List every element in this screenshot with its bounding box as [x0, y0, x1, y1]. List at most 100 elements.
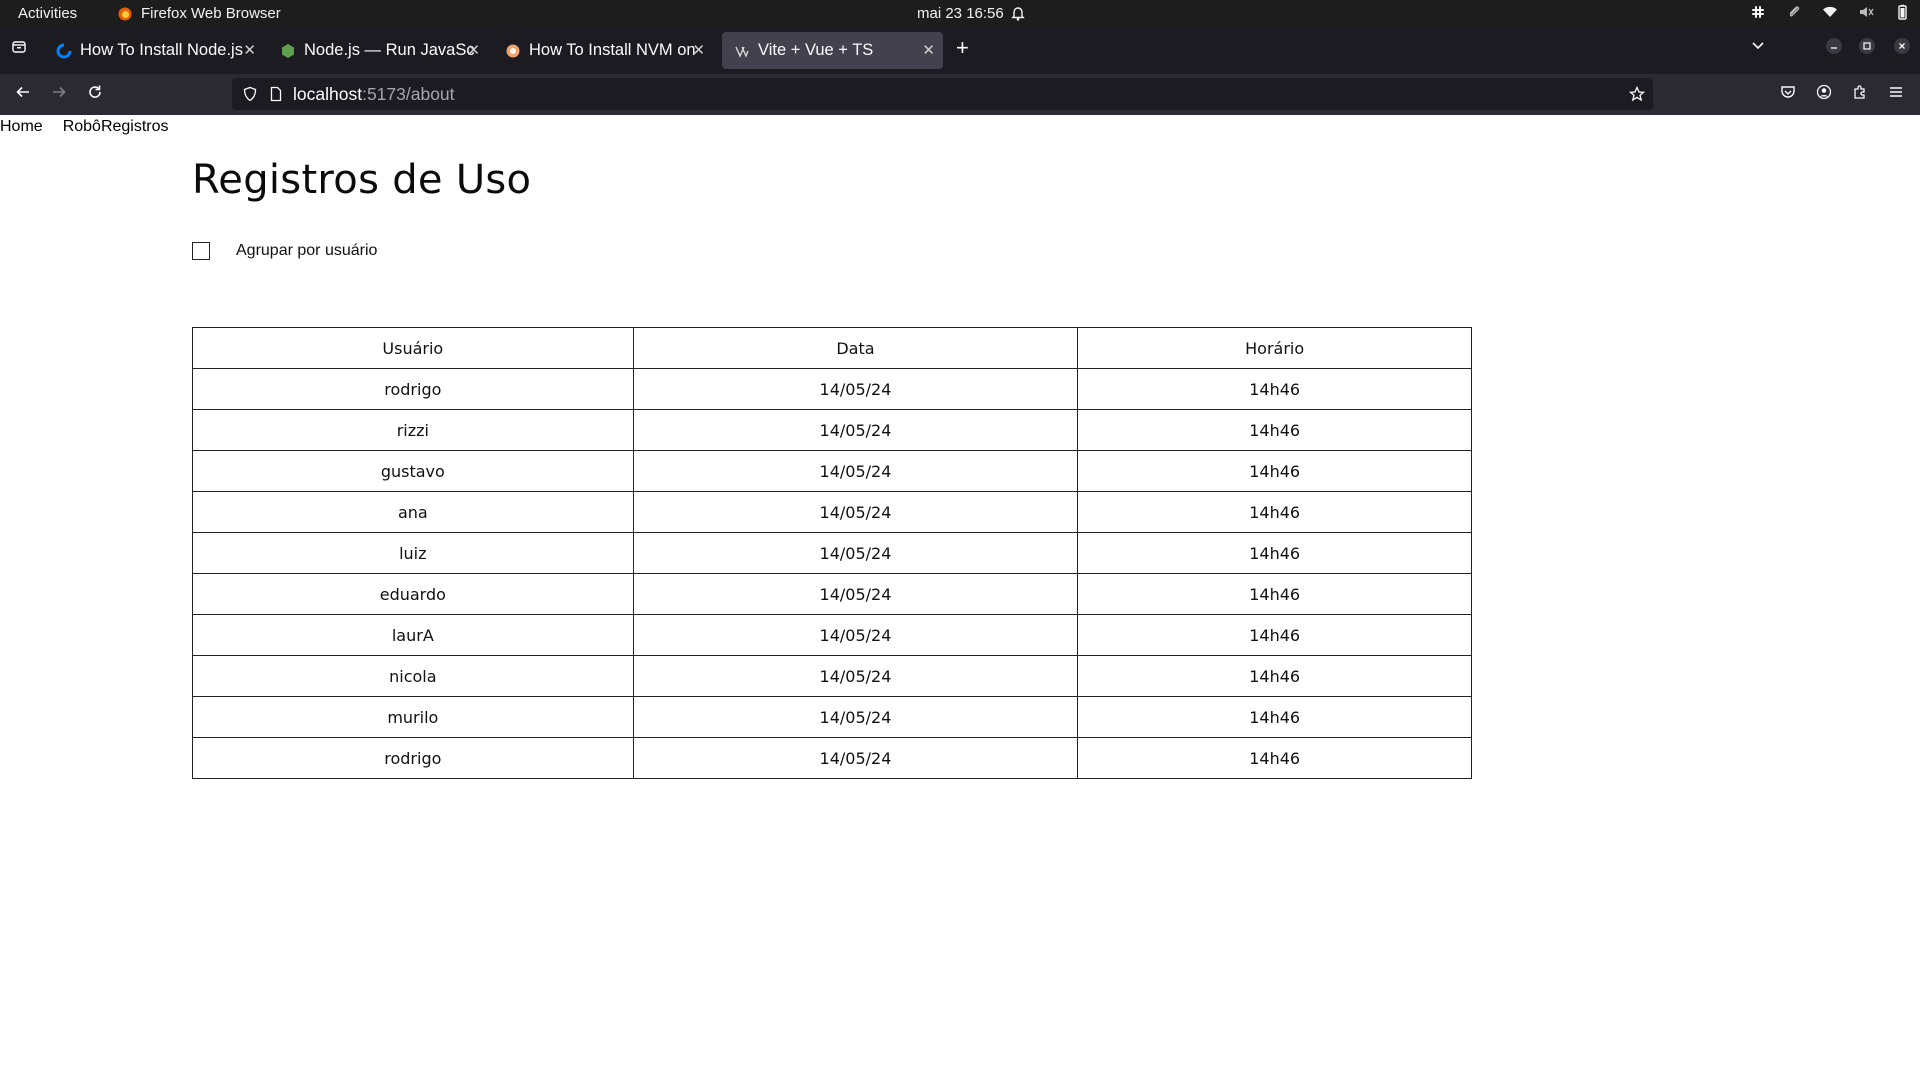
cell-time: 14h46 [1077, 532, 1472, 574]
group-by-user-label[interactable]: Agrupar por usuário [236, 242, 377, 260]
table-row: rodrigo 14/05/24 14h46 [192, 737, 1472, 779]
arrow-left-icon [16, 86, 29, 98]
table-row: murilo 14/05/24 14h46 [192, 696, 1472, 738]
table-row: rodrigo 14/05/24 14h46 [192, 368, 1472, 410]
cell-date: 14/05/24 [632, 696, 1079, 738]
app-name-label: Firefox Web Browser [141, 5, 281, 22]
list-all-tabs-button[interactable] [1750, 37, 1766, 58]
hamburger-menu-icon [1890, 87, 1902, 97]
close-icon[interactable]: ✕ [692, 41, 705, 59]
nav-link-roboregistros[interactable]: RobôRegistros [63, 118, 169, 136]
cell-date: 14/05/24 [632, 737, 1079, 779]
reload-button[interactable] [87, 84, 103, 105]
pocket-icon [1781, 86, 1795, 98]
menu-button[interactable] [1888, 84, 1904, 105]
cell-user: rodrigo [192, 368, 634, 410]
cell-user: laurA [192, 614, 634, 656]
system-top-bar: Activities Firefox Web Browser mai 23 16… [0, 0, 1920, 27]
nodejs-hexagon-icon [282, 43, 294, 58]
clock[interactable]: mai 23 16:56 [917, 5, 1026, 22]
maximize-button[interactable] [1859, 38, 1875, 59]
cell-user: rodrigo [192, 737, 634, 779]
page-title: Registros de Uso [192, 157, 532, 203]
table-row: gustavo 14/05/24 14h46 [192, 450, 1472, 492]
restore-icon [1859, 38, 1875, 54]
cell-user: eduardo [192, 573, 634, 615]
firefox-view-button[interactable] [11, 39, 27, 60]
cell-date: 14/05/24 [632, 450, 1079, 492]
clock-label: mai 23 16:56 [917, 5, 1004, 22]
group-by-user-option[interactable]: Agrupar por usuário [192, 242, 377, 260]
tab-title: How To Install NVM on [529, 41, 696, 59]
cell-date: 14/05/24 [632, 614, 1079, 656]
cell-user: murilo [192, 696, 634, 738]
pocket-button[interactable] [1780, 84, 1796, 105]
tracking-shield-icon[interactable] [242, 86, 258, 102]
column-header-horario: Horário [1077, 327, 1472, 369]
cell-date: 14/05/24 [632, 491, 1079, 533]
url-text[interactable]: localhost:5173/about [293, 84, 455, 105]
url-bar[interactable]: localhost:5173/about [232, 78, 1653, 110]
cell-time: 14h46 [1077, 450, 1472, 492]
forward-button[interactable] [51, 84, 67, 105]
close-window-button[interactable] [1894, 38, 1910, 59]
orange-circle-icon [506, 44, 520, 57]
plus-icon: + [956, 35, 969, 60]
cell-time: 14h46 [1077, 614, 1472, 656]
cell-date: 14/05/24 [632, 573, 1079, 615]
page-icon[interactable] [268, 86, 284, 102]
firefox-view-icon [12, 41, 26, 53]
cell-date: 14/05/24 [632, 368, 1079, 410]
cell-time: 14h46 [1077, 737, 1472, 779]
new-tab-button[interactable]: + [956, 35, 969, 61]
chevron-down-icon [1752, 42, 1764, 50]
table-row: laurA 14/05/24 14h46 [192, 614, 1472, 656]
tab-title: Node.js — Run JavaScript [304, 41, 474, 59]
tab-install-nvm[interactable]: How To Install NVM on ✕ [493, 32, 713, 69]
cell-time: 14h46 [1077, 573, 1472, 615]
cell-user: gustavo [192, 450, 634, 492]
minimize-button[interactable] [1826, 38, 1842, 59]
cell-date: 14/05/24 [632, 532, 1079, 574]
cell-time: 14h46 [1077, 409, 1472, 451]
cell-user: ana [192, 491, 634, 533]
column-header-usuario: Usuário [192, 327, 634, 369]
column-header-data: Data [632, 327, 1079, 369]
table-row: nicola 14/05/24 14h46 [192, 655, 1472, 697]
cell-user: luiz [192, 532, 634, 574]
navigation-toolbar: localhost:5173/about [0, 74, 1920, 115]
app-menu[interactable]: Firefox Web Browser [117, 5, 281, 22]
page-nav: Home RobôRegistros [0, 118, 169, 136]
vite-icon [735, 46, 749, 58]
cell-time: 14h46 [1077, 368, 1472, 410]
nav-link-home[interactable]: Home [0, 118, 43, 136]
close-icon[interactable]: ✕ [243, 41, 256, 59]
cell-date: 14/05/24 [632, 409, 1079, 451]
blue-spinner-icon [56, 43, 72, 58]
tab-vite-vue-ts[interactable]: Vite + Vue + TS ✕ [722, 32, 943, 69]
slack-icon [1752, 6, 1764, 18]
page-content: Home RobôRegistros Registros de Uso Agru… [0, 115, 1920, 1080]
tab-strip: How To Install Node.js ✕ Node.js — Run J… [0, 27, 1920, 74]
cell-time: 14h46 [1077, 491, 1472, 533]
system-tray[interactable] [1750, 4, 1910, 20]
table-header-row: Usuário Data Horário [192, 327, 1472, 369]
bookmark-star-icon[interactable] [1629, 86, 1645, 102]
activities-button[interactable]: Activities [18, 5, 77, 22]
tab-nodejs[interactable]: Node.js — Run JavaScript ✕ [268, 32, 488, 69]
group-by-user-checkbox[interactable] [192, 242, 210, 260]
extensions-button[interactable] [1852, 84, 1868, 105]
firefox-icon [118, 7, 132, 20]
back-button[interactable] [15, 84, 31, 105]
table-row: rizzi 14/05/24 14h46 [192, 409, 1472, 451]
account-button[interactable] [1816, 84, 1832, 105]
tab-title: Vite + Vue + TS [758, 41, 874, 59]
tab-title: How To Install Node.js [80, 41, 243, 59]
table-row: luiz 14/05/24 14h46 [192, 532, 1472, 574]
close-icon[interactable]: ✕ [922, 41, 935, 59]
close-icon[interactable]: ✕ [467, 41, 480, 59]
notification-bell-icon [1011, 6, 1025, 21]
account-icon [1816, 84, 1832, 100]
tab-install-nodejs[interactable]: How To Install Node.js ✕ [44, 32, 264, 69]
close-icon [1894, 38, 1910, 54]
